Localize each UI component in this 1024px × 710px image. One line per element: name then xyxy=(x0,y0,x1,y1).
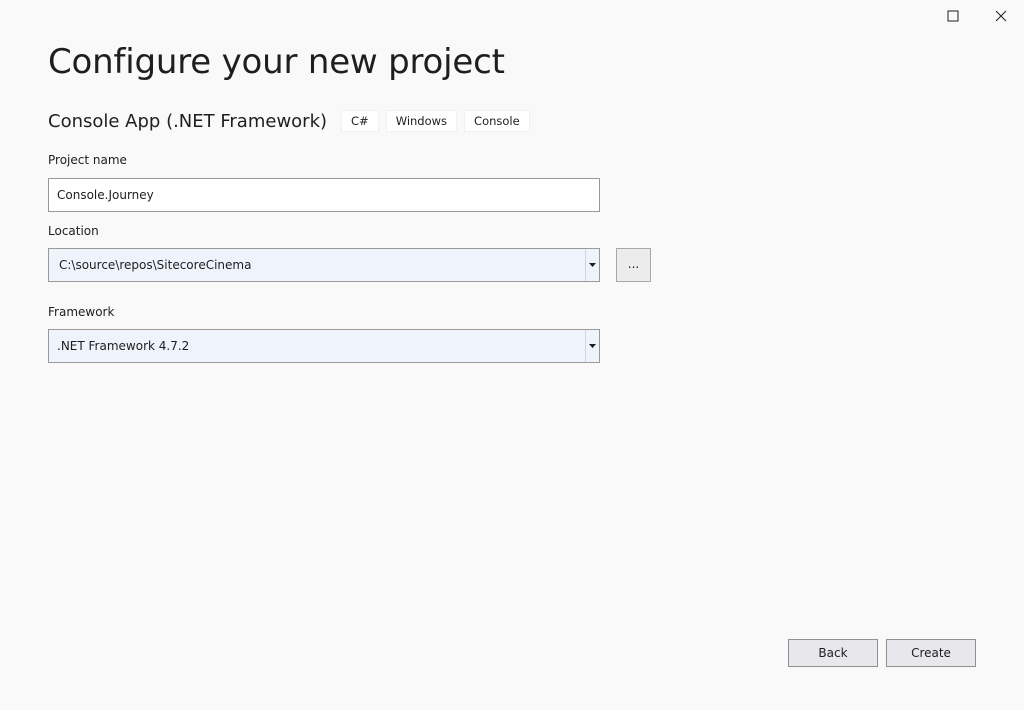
caret-down-icon xyxy=(589,263,596,267)
tag-platform: Windows xyxy=(385,110,458,132)
configure-project-window: Configure your new project Console App (… xyxy=(0,0,1024,710)
framework-dropdown-button[interactable] xyxy=(585,330,599,362)
project-name-input[interactable]: Console.Journey xyxy=(48,178,600,212)
framework-label: Framework xyxy=(48,305,115,319)
close-icon xyxy=(995,10,1007,22)
page-title: Configure your new project xyxy=(48,42,505,82)
back-button[interactable]: Back xyxy=(788,639,878,667)
tag-project-type: Console xyxy=(464,110,530,132)
location-dropdown-button[interactable] xyxy=(585,249,599,281)
maximize-button[interactable] xyxy=(930,0,976,32)
close-button[interactable] xyxy=(978,0,1024,32)
template-info: Console App (.NET Framework) C# Windows … xyxy=(48,110,537,132)
location-combobox[interactable]: C:\source\repos\SitecoreCinema xyxy=(48,248,600,282)
project-name-value: Console.Journey xyxy=(57,188,154,202)
tag-language: C# xyxy=(341,110,379,132)
location-label: Location xyxy=(48,224,99,238)
framework-combobox[interactable]: .NET Framework 4.7.2 xyxy=(48,329,600,363)
caret-down-icon xyxy=(589,344,596,348)
template-name: Console App (.NET Framework) xyxy=(48,110,328,132)
framework-value[interactable]: .NET Framework 4.7.2 xyxy=(49,330,585,362)
create-button[interactable]: Create xyxy=(886,639,976,667)
project-name-label: Project name xyxy=(48,153,127,167)
maximize-icon xyxy=(947,10,959,22)
location-value[interactable]: C:\source\repos\SitecoreCinema xyxy=(49,249,585,281)
browse-location-button[interactable]: ... xyxy=(616,248,651,282)
